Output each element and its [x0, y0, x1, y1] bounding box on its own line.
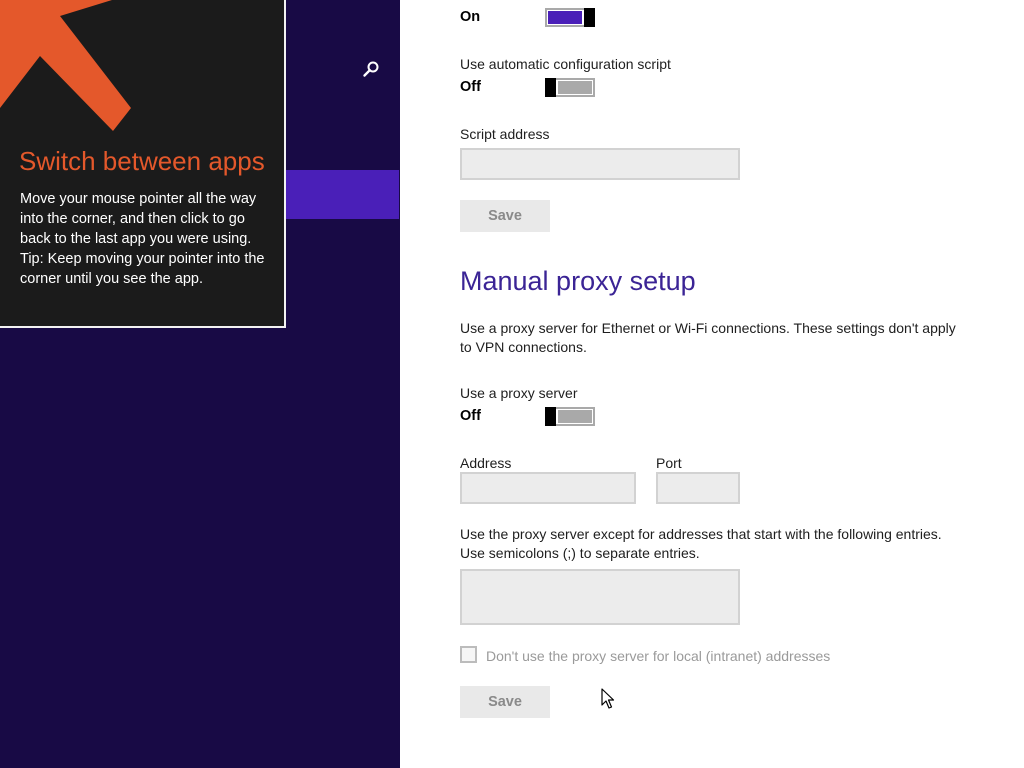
auto-detect-toggle[interactable]: [545, 8, 595, 27]
arrow-up-left-icon: [0, 0, 131, 131]
local-bypass-checkbox[interactable]: [460, 646, 477, 663]
mouse-pointer-icon: [601, 688, 615, 709]
auto-script-state: Off: [460, 79, 481, 95]
save-script-button[interactable]: Save: [460, 200, 550, 232]
proxy-settings-panel: On Use automatic configuration script Of…: [460, 0, 990, 768]
tip-title: Switch between apps: [19, 146, 265, 176]
save-proxy-button[interactable]: Save: [460, 686, 550, 718]
tip-body: Move your mouse pointer all the way into…: [20, 189, 268, 289]
tip-text: Move your mouse pointer all the way into…: [20, 191, 257, 247]
tip-panel: Switch between apps Move your mouse poin…: [0, 0, 286, 328]
script-address-input[interactable]: [460, 148, 740, 180]
use-proxy-state: Off: [460, 408, 481, 424]
use-proxy-label: Use a proxy server: [460, 385, 578, 401]
exceptions-input[interactable]: [460, 569, 740, 625]
local-bypass-label: Don't use the proxy server for local (in…: [486, 648, 831, 664]
proxy-port-label: Port: [656, 455, 682, 471]
tip-hint: Tip: Keep moving your pointer into the c…: [20, 251, 265, 287]
use-proxy-toggle[interactable]: [545, 407, 595, 426]
manual-proxy-description: Use a proxy server for Ethernet or Wi-Fi…: [460, 320, 956, 355]
proxy-address-input[interactable]: [460, 472, 636, 504]
auto-script-label: Use automatic configuration script: [460, 56, 671, 72]
auto-detect-state: On: [460, 9, 481, 25]
search-icon[interactable]: [360, 58, 382, 80]
proxy-address-label: Address: [460, 455, 512, 471]
manual-proxy-title: Manual proxy setup: [460, 266, 696, 296]
auto-script-toggle[interactable]: [545, 78, 595, 97]
script-address-label: Script address: [460, 126, 550, 142]
exceptions-description: Use the proxy server except for addresse…: [460, 526, 942, 561]
proxy-port-input[interactable]: [656, 472, 740, 504]
selected-nav-item[interactable]: [286, 170, 399, 219]
